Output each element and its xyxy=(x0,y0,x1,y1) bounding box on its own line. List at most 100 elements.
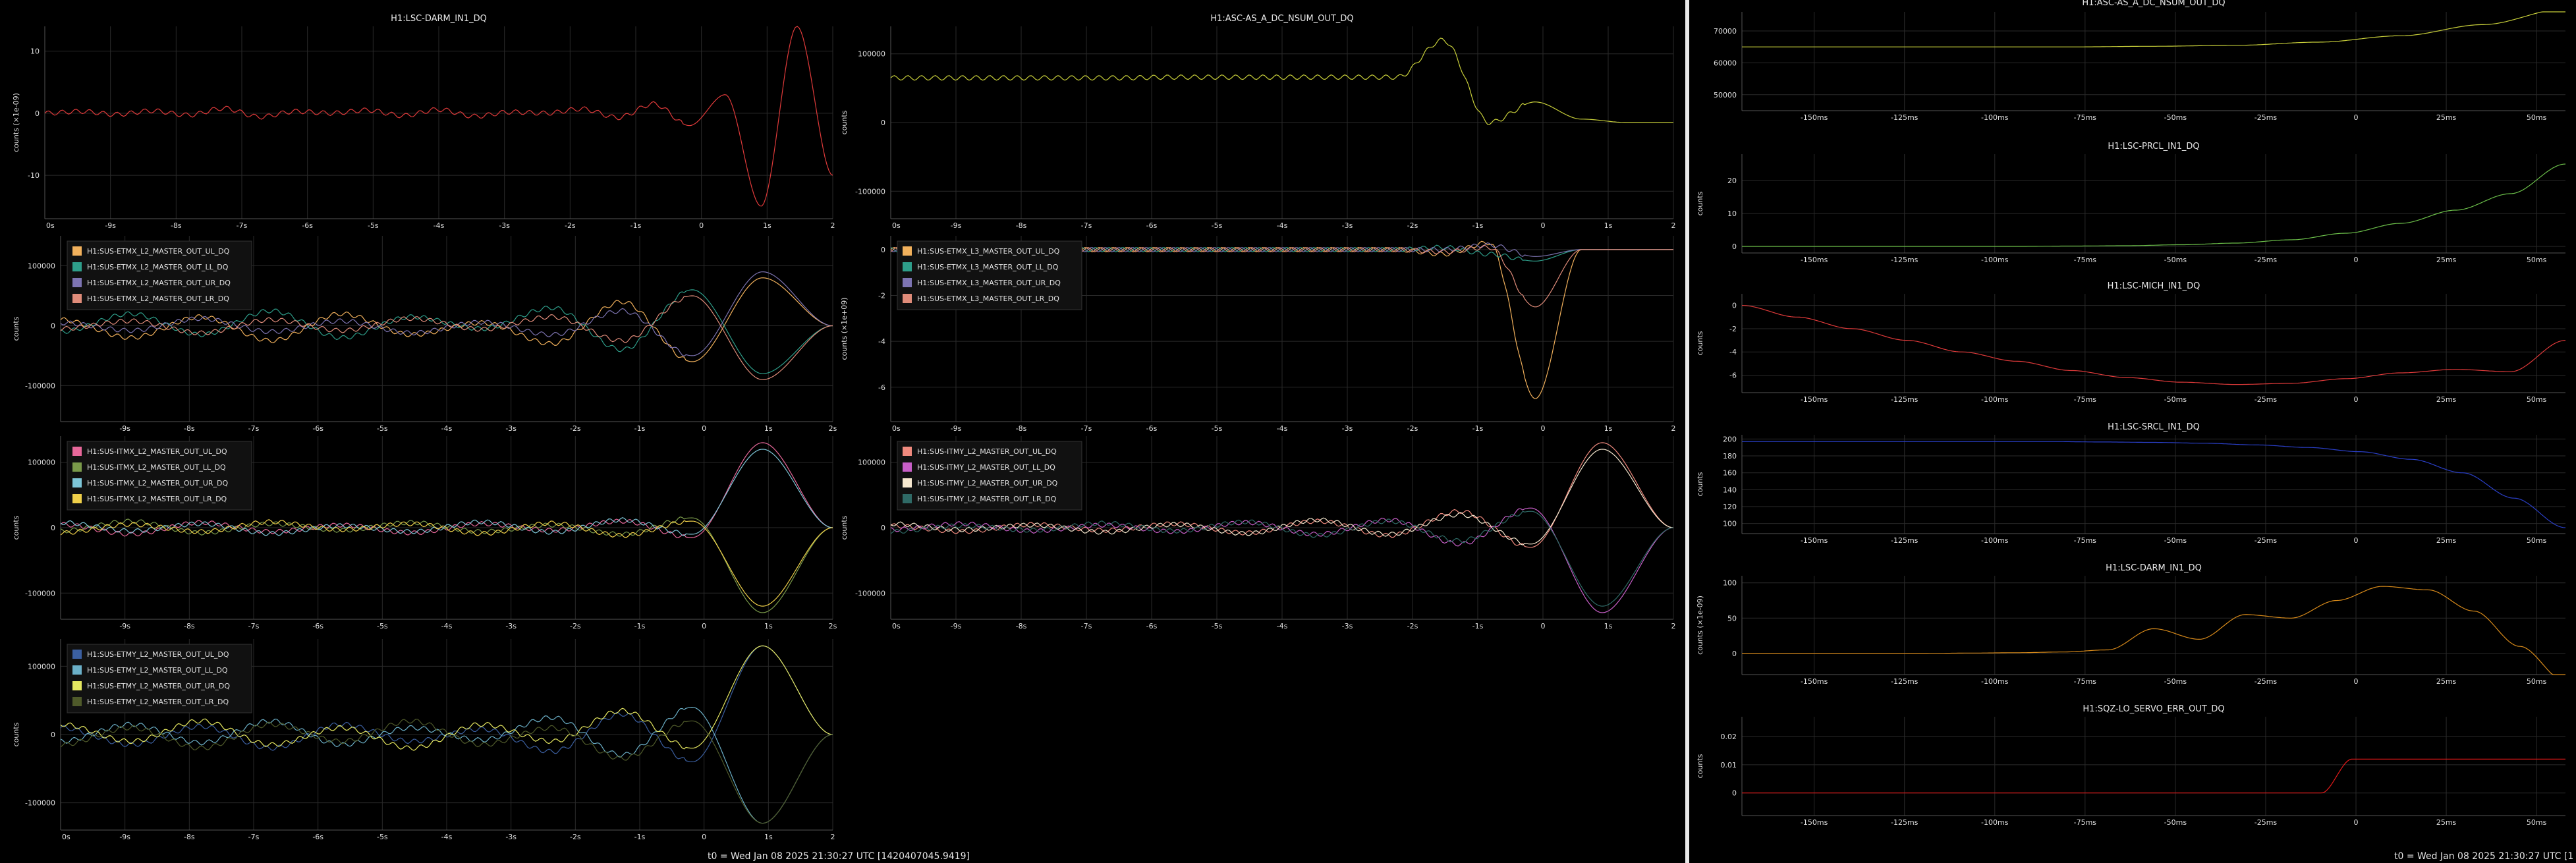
chart-itmx-l2: -9s -8s -7s -6s -5s -4s -3s -2s -1s 0 1s 2s 100000 0 -… xyxy=(12,436,837,630)
x-tick-label: -8s xyxy=(184,833,195,841)
x-tick-label: -6s xyxy=(1146,622,1158,630)
y-axis-label: counts xyxy=(1696,754,1704,778)
y-tick-label: 10 xyxy=(1727,209,1737,218)
x-tick-label: -7s xyxy=(1081,221,1092,230)
y-tick-label: 200 xyxy=(1723,435,1737,443)
x-tick-label: -150ms xyxy=(1801,818,1828,827)
x-tick-label: -25ms xyxy=(2254,818,2278,827)
x-tick-label: -9s xyxy=(119,424,130,433)
x-tick-label: 0 xyxy=(2354,113,2359,122)
legend-entry: H1:SUS-ETMY_L2_MASTER_OUT_LL_DQ xyxy=(87,666,228,675)
x-tick-label: -3s xyxy=(505,833,517,841)
chart-asc-right: H1:ASC-AS_A_DC_NSUM_OUT_DQ -150ms -125ms -1… xyxy=(1714,0,2565,122)
x-tick-label-first: 0s xyxy=(62,833,70,841)
x-tick-label: -7s xyxy=(248,622,260,630)
y-axis-label: counts xyxy=(840,110,849,134)
legend-swatch xyxy=(72,262,82,271)
x-tick-label: -2s xyxy=(565,221,576,230)
y-tick-label: -100000 xyxy=(25,589,55,598)
series-line xyxy=(1742,163,2566,247)
x-tick-label: 50ms xyxy=(2527,536,2547,545)
legend-entry: H1:SUS-ITMX_L2_MASTER_OUT_UL_DQ xyxy=(87,447,227,456)
time-origin-footer-right: t0 = Wed Jan 08 2025 21:30:27 UTC [1 xyxy=(2394,851,2574,862)
y-tick-label: 100000 xyxy=(28,662,55,671)
y-axis-label: counts xyxy=(12,722,20,746)
x-tick-label: -2s xyxy=(1407,221,1418,230)
x-tick-label: 50ms xyxy=(2527,395,2547,404)
legend: H1:SUS-ITMX_L2_MASTER_OUT_UL_DQ H1:SUS-IT… xyxy=(67,441,252,511)
x-tick-label: 2s xyxy=(829,622,837,630)
x-tick-label: 0 xyxy=(2354,818,2359,827)
x-tick-label: -6s xyxy=(1146,221,1158,230)
x-tick-label: -9s xyxy=(119,622,130,630)
x-tick-label: 0 xyxy=(702,833,706,841)
legend-entry: H1:SUS-ITMX_L2_MASTER_OUT_UR_DQ xyxy=(87,479,228,487)
x-tick-label: -75ms xyxy=(2074,677,2097,686)
chart-title: H1:ASC-AS_A_DC_NSUM_OUT_DQ xyxy=(2082,0,2225,8)
x-tick-label-first: 0s xyxy=(892,221,901,230)
chart-etmx-l2: -9s -8s -7s -6s -5s -4s -3s -2s -1s 0 1s 2s 100000 0 -… xyxy=(12,236,837,433)
x-tick-label: 0 xyxy=(2354,536,2359,545)
y-axis-label: counts xyxy=(12,316,20,341)
x-tick-label: 50ms xyxy=(2527,113,2547,122)
legend-entry: H1:SUS-ETMX_L3_MASTER_OUT_LL_DQ xyxy=(917,263,1059,271)
chart-mich-right: H1:LSC-MICH_IN1_DQ -150ms -125ms -100ms -75m… xyxy=(1696,281,2566,404)
x-tick-label: -3s xyxy=(1342,424,1353,433)
x-tick-label: -5s xyxy=(377,833,388,841)
x-tick-label: 25ms xyxy=(2436,256,2457,264)
y-axis-label: counts xyxy=(1696,472,1704,496)
legend-entry: H1:SUS-ETMX_L2_MASTER_OUT_UL_DQ xyxy=(87,247,230,256)
legend-swatch xyxy=(903,294,912,303)
y-axis-label: counts (×1e-09) xyxy=(1696,596,1704,655)
legend-entry: H1:SUS-ITMY_L2_MASTER_OUT_LR_DQ xyxy=(917,495,1057,503)
y-axis-label: counts (×1e-09) xyxy=(12,93,20,152)
left-monitor: H1:LSC-DARM_IN1_DQ -9s -8s -7s -6s -5s -4s -3s -… xyxy=(0,0,1685,863)
legend-entry: H1:SUS-ITMY_L2_MASTER_OUT_UL_DQ xyxy=(917,447,1057,456)
x-tick-label: -1s xyxy=(634,424,646,433)
x-tick-label: -100ms xyxy=(1981,256,2009,264)
y-tick-label: 100000 xyxy=(28,262,55,270)
y-tick-label: 0 xyxy=(51,321,55,330)
y-tick-label: 100000 xyxy=(28,459,55,467)
legend-entry: H1:SUS-ETMY_L2_MASTER_OUT_UL_DQ xyxy=(87,650,229,659)
y-axis-label: counts xyxy=(840,515,849,540)
x-tick-label: -150ms xyxy=(1801,395,1828,404)
x-tick-label: -2s xyxy=(1407,424,1418,433)
x-tick-label: 25ms xyxy=(2436,536,2457,545)
y-axis-label: counts (×1e+09) xyxy=(840,297,849,360)
x-tick-label: -2s xyxy=(570,622,581,630)
x-tick-label: 25ms xyxy=(2436,113,2457,122)
x-tick-label: -6s xyxy=(312,424,323,433)
x-tick-label: -5s xyxy=(1212,622,1223,630)
x-tick-label: -1s xyxy=(630,221,642,230)
y-tick-label: -2 xyxy=(878,292,885,300)
y-tick-label: -100000 xyxy=(855,589,885,598)
legend-swatch xyxy=(903,246,912,256)
legend: H1:SUS-ITMY_L2_MASTER_OUT_UL_DQ H1:SUS-IT… xyxy=(897,441,1082,511)
x-tick-label: -9s xyxy=(951,622,962,630)
y-tick-label: 0 xyxy=(881,119,885,127)
x-tick-label: -9s xyxy=(951,221,962,230)
series-line xyxy=(1742,586,2565,675)
x-tick-label: -75ms xyxy=(2074,113,2097,122)
x-tick-label: 25ms xyxy=(2436,818,2457,827)
chart-itmy-l2: -9s -8s -7s -6s -5s -4s -3s -2s -1s 0 1s 2 0s 100000 0… xyxy=(840,436,1676,630)
y-tick-label: 0 xyxy=(51,524,55,532)
x-tick-label: -4s xyxy=(1277,622,1288,630)
y-tick-label: 50 xyxy=(1727,614,1737,623)
x-tick-label: -7s xyxy=(1081,622,1092,630)
x-tick-label: 50ms xyxy=(2527,677,2547,686)
x-tick-label: 25ms xyxy=(2436,677,2457,686)
x-tick-label: 1s xyxy=(764,833,773,841)
x-tick-label-first: 0s xyxy=(46,221,55,230)
y-axis-label: counts xyxy=(1696,331,1704,355)
x-tick-label: -125ms xyxy=(1891,818,1918,827)
x-tick-label: 50ms xyxy=(2527,818,2547,827)
x-tick-label: -100ms xyxy=(1981,536,2009,545)
legend-swatch xyxy=(72,294,82,303)
y-tick-label: 0.02 xyxy=(1721,733,1737,741)
legend-swatch xyxy=(903,447,912,456)
x-tick-label: -100ms xyxy=(1981,395,2009,404)
time-origin-footer: t0 = Wed Jan 08 2025 21:30:27 UTC [14204… xyxy=(708,851,970,862)
x-tick-label: -8s xyxy=(184,424,195,433)
